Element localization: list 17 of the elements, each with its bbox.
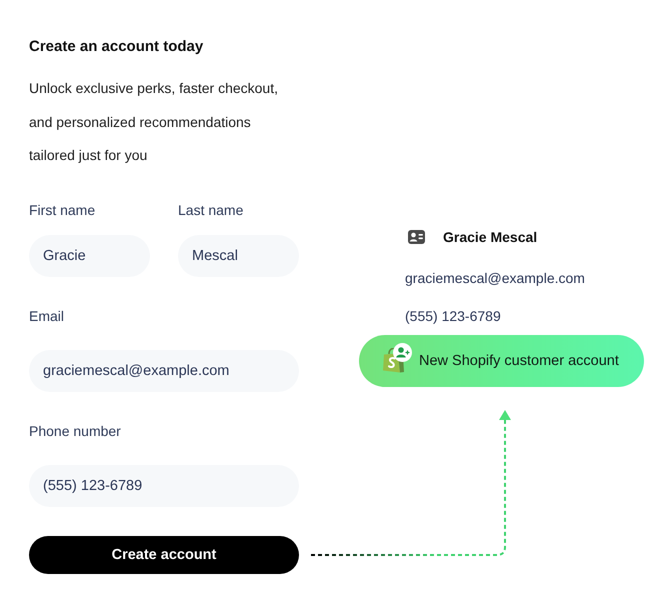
text-input-field[interactable]: Mescal xyxy=(178,234,299,276)
field-label: Phone number xyxy=(29,422,121,440)
contact-card-icon xyxy=(408,230,425,244)
intro-paragraph: Unlock exclusive perks, faster checkout, and personalized recommendations tailored just for you xyxy=(29,79,279,165)
text-input-field[interactable]: Gracie xyxy=(29,234,150,276)
contact-phone: (555) 123-6789 xyxy=(405,307,501,326)
text-input-field[interactable]: graciemescal@example.com xyxy=(29,350,299,392)
contact-name: Gracie Mescal xyxy=(443,228,538,247)
notification-text: New Shopify customer account xyxy=(419,353,619,369)
create-account-button[interactable]: Create account xyxy=(29,536,299,574)
form-title: Create an account today xyxy=(29,37,204,57)
text-input-field[interactable]: (555) 123-6789 xyxy=(29,464,299,506)
field-label: Email xyxy=(29,306,64,326)
contact-email: graciemescal@example.com xyxy=(405,269,585,288)
field-label: First name xyxy=(29,200,96,220)
add-user-badge-icon xyxy=(393,343,412,362)
field-label: Last name xyxy=(178,200,244,220)
